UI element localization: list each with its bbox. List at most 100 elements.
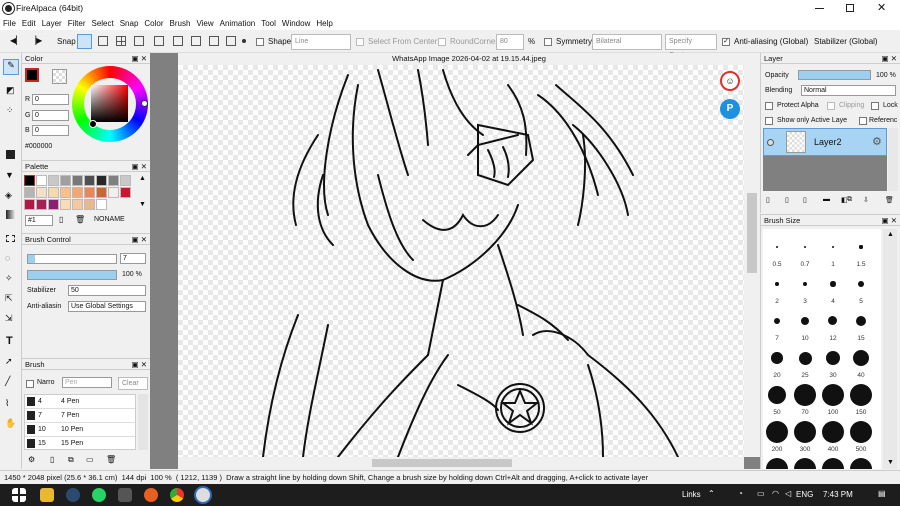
select-tool-icon[interactable] [6,235,15,242]
show-only-active-checkbox[interactable] [765,117,773,125]
palette-swatch[interactable] [84,187,95,198]
delete-layer-icon[interactable]: 🗑 [885,196,894,204]
palette-swatch[interactable] [120,175,131,186]
brush-size-dot[interactable] [852,349,870,367]
new-brush-icon[interactable]: ▯ [50,455,54,464]
canvas-tab[interactable]: WhatsApp Image 2026-04-02 at 19.15.44.jp… [178,53,760,65]
drawing-canvas[interactable] [178,65,744,457]
clipping-checkbox[interactable] [827,102,835,110]
snap-3d-icon[interactable] [209,36,219,46]
maximize-icon[interactable] [846,4,854,12]
layer-folder-icon[interactable]: ▬ [823,196,830,203]
value-handle[interactable] [89,120,97,128]
palette-swatch[interactable] [108,175,119,186]
new-layer-8bit-icon[interactable]: ▯ [785,196,789,204]
duplicate-brush-icon[interactable]: ⧉ [68,455,74,465]
brush-size-dot[interactable] [802,281,808,287]
gradient-tool-icon[interactable]: ◈ [5,190,12,201]
palette-swatch[interactable] [96,187,107,198]
minimize-icon[interactable] [815,8,824,9]
canvas-avatar-icon[interactable]: ☺ [720,71,740,91]
select-from-center-checkbox[interactable] [356,38,364,46]
palette-swatch[interactable] [96,175,107,186]
palette-scroll-down-icon[interactable]: ▼ [139,201,146,208]
list-item[interactable]: 15 15 Pen [25,437,135,450]
brush-size-dot[interactable] [800,316,810,326]
new-palette-icon[interactable]: ▯ [59,215,63,224]
snap-circle-icon[interactable] [173,36,183,46]
brush-size-dot[interactable] [850,421,872,443]
layer-scrollbar[interactable] [888,128,898,191]
brush-clear-button[interactable]: Clear [118,377,148,390]
merge-down-icon[interactable]: ⇩ [863,196,869,204]
horizontal-scroll-thumb[interactable] [372,459,512,467]
palette-swatch[interactable] [36,175,47,186]
palette-swatch[interactable] [72,175,83,186]
brush-size-slider[interactable] [27,254,117,264]
palette-swatch[interactable] [48,187,59,198]
brush-settings-icon[interactable]: ⚙ [28,455,35,464]
brush-size-dot[interactable] [855,315,867,327]
brush-size-dot[interactable] [794,421,816,443]
snap-dot-icon[interactable] [242,39,246,43]
menu-brush[interactable]: Brush [167,17,194,30]
brush-size-dot[interactable] [803,245,807,249]
menu-file[interactable]: File [0,17,19,30]
file-explorer-icon[interactable] [40,488,54,502]
brush-size-dot[interactable] [794,458,816,469]
palette-swatch[interactable] [36,199,47,210]
delete-brush-icon[interactable]: 🗑 [106,455,116,464]
layer-settings-gear-icon[interactable]: ⚙ [872,135,882,148]
new-layer-1bit-icon[interactable]: ▯ [803,196,807,204]
snap-perspective-icon[interactable] [226,36,236,46]
palette-swatch[interactable] [108,187,119,198]
tray-chevron-icon[interactable]: ⌃ [708,489,715,498]
brush-size-dot[interactable] [822,384,844,406]
fill-tool-icon[interactable]: ▼ [5,170,14,180]
duplicate-layer-icon[interactable]: ⧉ [847,196,852,204]
brush-search-input[interactable]: Pen [62,377,112,388]
layer-row[interactable]: Layer2 ⚙ [763,128,887,156]
tray-volume-icon[interactable]: ◁ [785,489,791,498]
brush-size-scrollbar[interactable] [883,229,897,469]
palette-swatch[interactable] [72,199,83,210]
redo-icon[interactable]: ▕▶ [30,36,42,45]
snap-radial-icon[interactable] [154,36,164,46]
settings-icon[interactable] [118,488,132,502]
delete-palette-icon[interactable]: 🗑 [75,215,85,224]
hue-handle[interactable] [141,100,148,107]
palette-swatch[interactable] [72,187,83,198]
menu-select[interactable]: Select [88,17,116,30]
firefox-icon[interactable] [144,488,158,502]
menu-color[interactable]: Color [141,17,166,30]
panel-close-icon[interactable]: ▣ ✕ [882,53,900,64]
panel-close-icon[interactable]: ▣ ✕ [132,161,150,172]
dot-tool-icon[interactable]: ⁘ [6,105,14,116]
list-item[interactable]: 4 4 Pen [25,395,135,409]
panel-close-icon[interactable]: ▣ ✕ [132,53,150,64]
menu-edit[interactable]: Edit [19,17,39,30]
menu-layer[interactable]: Layer [39,17,65,30]
palette-swatch[interactable] [84,175,95,186]
menu-filter[interactable]: Filter [65,17,89,30]
round-corner-input[interactable]: 80 [496,34,524,50]
operation-tool-icon[interactable]: ➚ [5,356,13,367]
shape-select[interactable]: Line [291,34,351,50]
narrow-checkbox[interactable] [26,380,34,388]
round-corner-checkbox[interactable] [438,38,446,46]
menu-view[interactable]: View [193,17,216,30]
brush-size-dot[interactable] [831,245,835,249]
menu-tool[interactable]: Tool [258,17,279,30]
eyedropper-tool-icon[interactable]: ⌇ [5,398,9,409]
palette-swatch[interactable] [48,199,59,210]
palette-swatch[interactable] [24,199,35,210]
move-tool-icon[interactable]: ⇱ [5,293,13,304]
lasso-tool-icon[interactable]: ◌ [5,253,10,263]
palette-swatch[interactable] [84,199,95,210]
reference-checkbox[interactable] [859,117,867,125]
snap-curve-icon[interactable] [191,36,201,46]
eraser-tool-icon[interactable]: ◩ [6,85,15,96]
panel-close-icon[interactable]: ▣ ✕ [132,234,150,245]
list-item[interactable]: 7 7 Pen [25,409,135,423]
divide-tool-icon[interactable]: ╱ [5,376,10,387]
